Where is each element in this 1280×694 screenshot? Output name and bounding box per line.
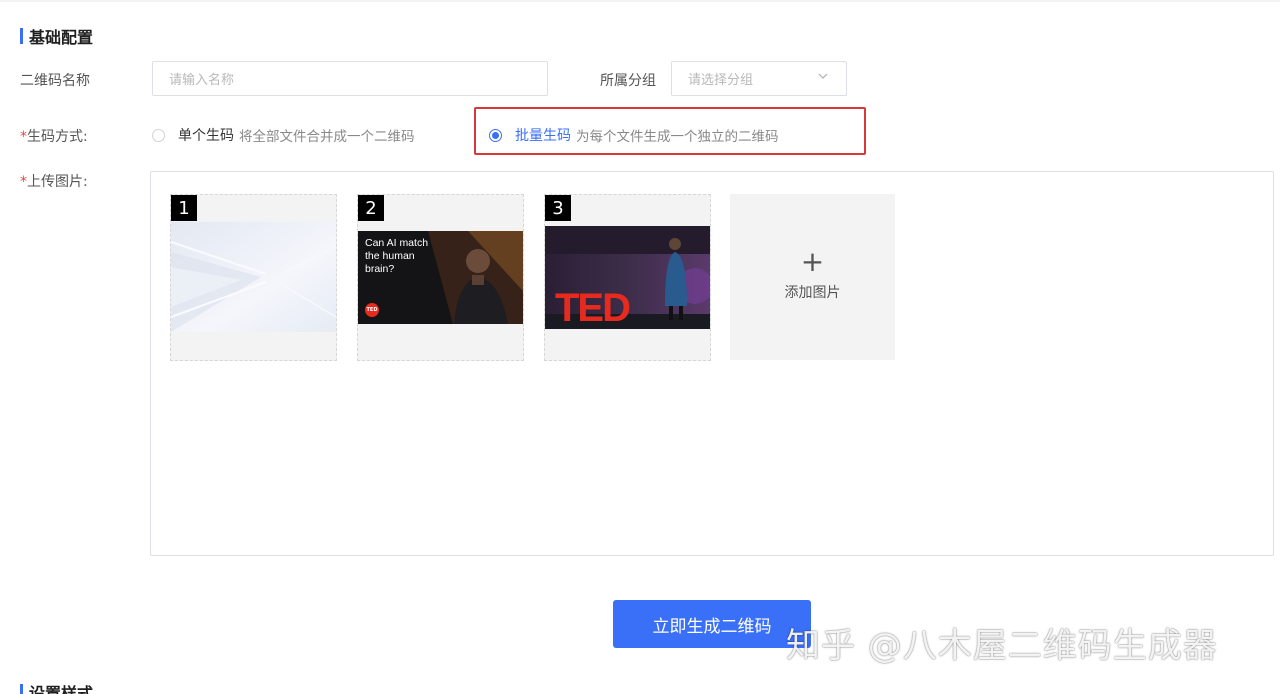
- thumb-image-3: TED: [545, 226, 710, 329]
- image-thumb-2[interactable]: 2 Can AI match the human brain? TED: [357, 194, 524, 361]
- annotation-highlight-box: [474, 107, 866, 155]
- section-title-text: 基础配置: [29, 28, 94, 47]
- section-title-basic: 基础配置: [20, 26, 94, 47]
- ted-badge-text: TED: [366, 307, 378, 313]
- section-accent-bar: [20, 28, 23, 44]
- chevron-down-icon: [818, 73, 828, 79]
- thumb-index: 1: [171, 195, 197, 221]
- add-image-button[interactable]: + 添加图片: [730, 194, 895, 360]
- radio-single[interactable]: 单个生码 将全部文件合并成一个二维码: [152, 125, 415, 145]
- thumb-index: 2: [358, 195, 384, 221]
- zhihu-watermark: 知乎 @八木屋二维码生成器: [786, 626, 1218, 666]
- qr-name-placeholder: 请输入名称: [169, 73, 235, 88]
- gen-mode-label-text: 生码方式:: [27, 129, 88, 145]
- group-label: 所属分组: [600, 73, 656, 89]
- section-title-style: 设置样式: [20, 682, 93, 694]
- radio-circle-unchecked[interactable]: [152, 128, 165, 142]
- image-thumb-1[interactable]: 1: [170, 194, 337, 361]
- top-divider: [0, 0, 1280, 2]
- radio-single-title: 单个生码: [178, 128, 234, 144]
- qr-name-label: 二维码名称: [20, 73, 90, 89]
- group-placeholder: 请选择分组: [688, 73, 754, 88]
- section-accent-bar: [20, 684, 23, 694]
- thumb-index: 3: [545, 195, 571, 221]
- thumb-image-2: Can AI match the human brain? TED: [358, 231, 523, 324]
- ted-stage-sign: TED: [555, 286, 631, 329]
- thumb-2-overlay-text: Can AI match the human brain?: [365, 237, 429, 275]
- add-image-label: 添加图片: [784, 285, 841, 301]
- qr-name-input[interactable]: 请输入名称: [152, 61, 548, 96]
- ted-logo-icon: TED: [365, 303, 379, 317]
- gen-mode-label: *生码方式:: [20, 126, 88, 146]
- thumb-image-1: [171, 222, 336, 332]
- plus-icon: +: [800, 245, 825, 278]
- image-thumb-3[interactable]: 3 TED: [544, 194, 711, 361]
- generate-qr-button[interactable]: 立即生成二维码: [613, 600, 811, 648]
- group-select[interactable]: 请选择分组: [671, 61, 847, 96]
- upload-label-text: 上传图片:: [27, 174, 88, 190]
- required-mark: *: [20, 129, 27, 145]
- radio-single-desc: 将全部文件合并成一个二维码: [239, 129, 415, 145]
- required-mark: *: [20, 174, 27, 190]
- section-title-text: 设置样式: [29, 684, 94, 694]
- page: 基础配置 二维码名称 请输入名称 所属分组 请选择分组 *生码方式: 单个生码 …: [0, 0, 1280, 694]
- upload-label: *上传图片:: [20, 171, 88, 191]
